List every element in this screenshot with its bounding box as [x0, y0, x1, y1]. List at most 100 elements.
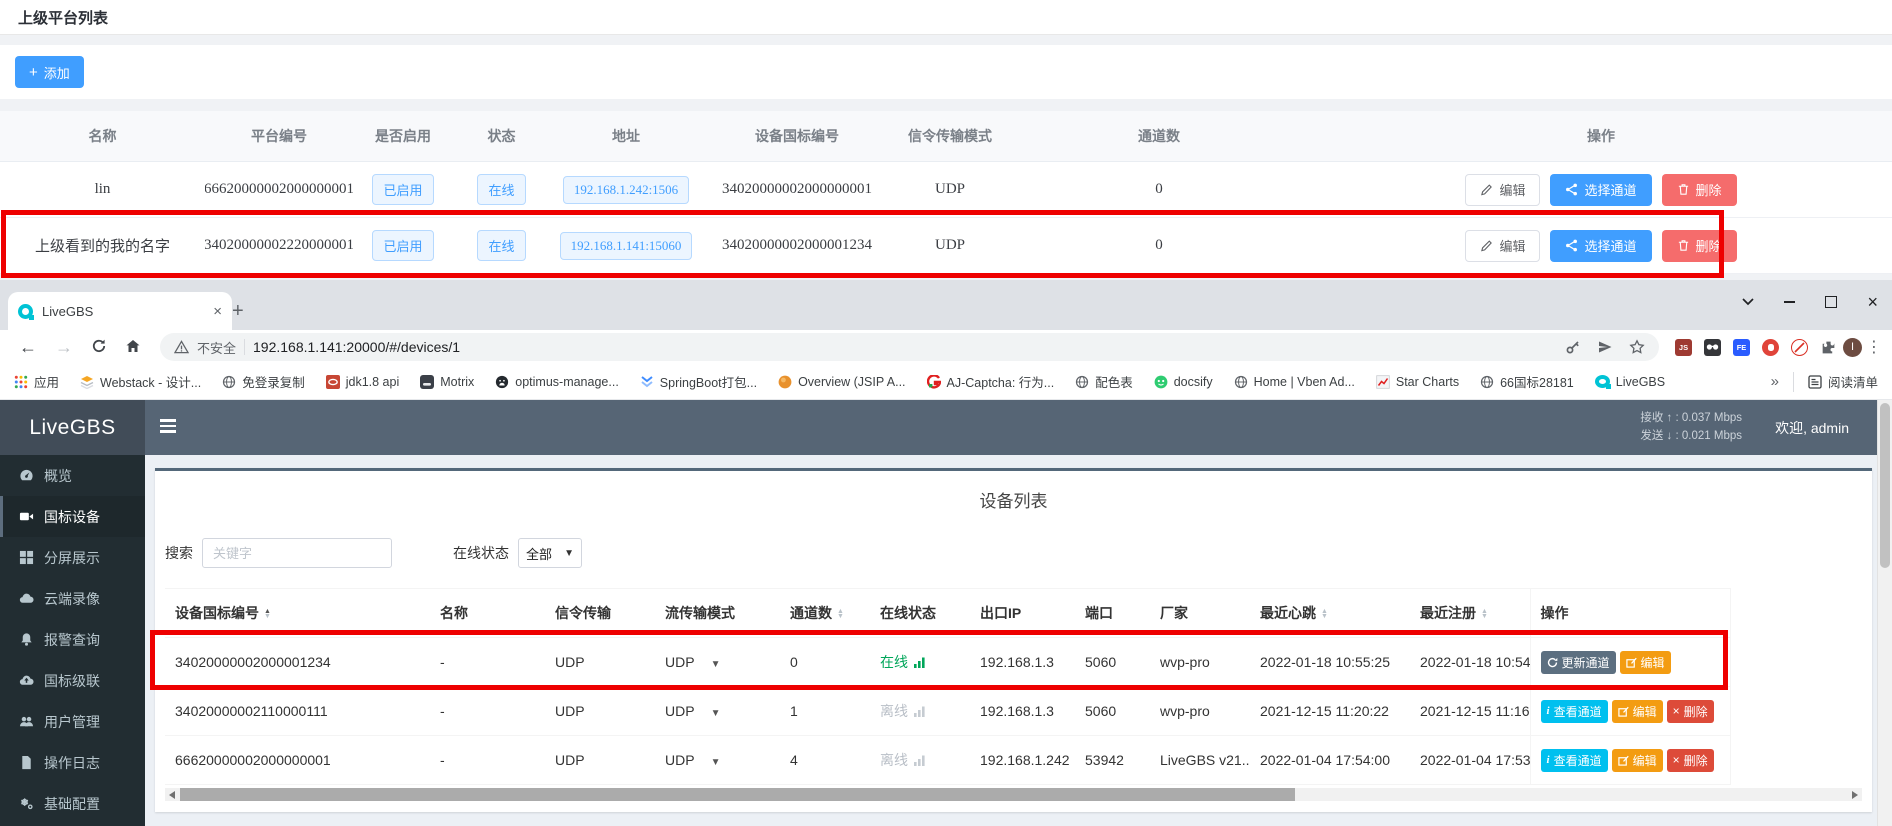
- home-icon[interactable]: [125, 338, 141, 357]
- update-channels-button[interactable]: 更新通道: [1541, 651, 1616, 674]
- vertical-scrollbar-thumb[interactable]: [1880, 403, 1890, 568]
- header-registered[interactable]: 最近注册▲▼: [1410, 589, 1530, 638]
- tab-search-icon[interactable]: [1742, 298, 1754, 306]
- delete-device-button[interactable]: × 删除: [1667, 749, 1714, 772]
- new-tab-button[interactable]: +: [232, 301, 244, 321]
- double-chevron-icon: [640, 375, 654, 389]
- browser-profile-avatar[interactable]: I: [1843, 338, 1862, 357]
- browser-menu-icon[interactable]: ⋮: [1866, 337, 1882, 357]
- select-channel-button[interactable]: 选择通道: [1550, 230, 1651, 262]
- password-key-icon[interactable]: [1565, 339, 1581, 355]
- bookmarks-overflow-icon[interactable]: »: [1771, 373, 1779, 390]
- view-channels-button[interactable]: i 查看通道: [1541, 749, 1608, 772]
- browser-tab-livegbs[interactable]: LiveGBS ×: [8, 292, 232, 330]
- bookmark-vben[interactable]: Home | Vben Ad...: [1234, 375, 1355, 389]
- edit-device-button[interactable]: 编辑: [1612, 700, 1663, 723]
- not-secure-warning-icon: [174, 340, 189, 354]
- status-badge: 在线: [477, 174, 525, 205]
- bookmarks-divider: [1793, 372, 1794, 392]
- bookmark-color-table[interactable]: 配色表: [1075, 372, 1133, 391]
- sidebar-item-overview[interactable]: 概览: [0, 455, 145, 496]
- device-filters: 搜索 在线状态 全部 ▼: [165, 538, 1872, 568]
- vertical-scrollbar[interactable]: [1877, 400, 1892, 826]
- js-extension-icon[interactable]: JS: [1675, 339, 1692, 356]
- header-operations: 操作: [1310, 126, 1892, 146]
- header-signaling: 信令传输: [545, 589, 655, 638]
- sidebar-item-cascade[interactable]: 国标级联: [0, 660, 145, 701]
- browser-tab-strip: LiveGBS × + ×: [0, 280, 1892, 330]
- incognito-extension-icon[interactable]: [1704, 339, 1721, 356]
- sidebar-item-alarm-query[interactable]: 报警查询: [0, 619, 145, 660]
- bookmark-apps[interactable]: 应用: [14, 372, 59, 391]
- scroll-right-arrow[interactable]: [1848, 788, 1862, 801]
- welcome-user[interactable]: 欢迎, admin: [1775, 418, 1849, 438]
- bookmark-gb28181[interactable]: 66国标28181: [1480, 372, 1574, 391]
- header-heartbeat[interactable]: 最近心跳▲▼: [1250, 589, 1410, 638]
- online-status-select[interactable]: 全部 ▼: [518, 538, 582, 568]
- edit-device-button[interactable]: 编辑: [1612, 749, 1663, 772]
- edit-platform-button[interactable]: 编辑: [1465, 174, 1540, 206]
- header-channels[interactable]: 通道数▲▼: [780, 589, 870, 638]
- cell-stream-mode[interactable]: UDP▼: [655, 638, 780, 687]
- chevron-down-icon: ▼: [711, 659, 721, 670]
- bookmark-springboot[interactable]: SpringBoot打包...: [640, 372, 757, 391]
- close-window-icon[interactable]: ×: [1867, 293, 1878, 311]
- sidebar-item-devices[interactable]: 国标设备: [0, 496, 145, 537]
- url-text[interactable]: 192.168.1.141:20000/#/devices/1: [253, 339, 1557, 355]
- back-icon[interactable]: ←: [19, 338, 37, 356]
- scroll-left-arrow[interactable]: [165, 788, 179, 801]
- cell-stream-mode[interactable]: UDP▼: [655, 687, 780, 736]
- tab-close-icon[interactable]: ×: [213, 304, 222, 319]
- fe-extension-icon[interactable]: FE: [1733, 339, 1750, 356]
- reload-icon[interactable]: [91, 338, 107, 357]
- platform-table-header: 名称 平台编号 是否启用 状态 地址 设备国标编号 信令传输模式 通道数 操作: [0, 111, 1892, 162]
- sidebar-item-cloud-record[interactable]: 云端录像: [0, 578, 145, 619]
- platform-list-section: 上级平台列表 + 添加 名称 平台编号 是否启用 状态 地址 设备国标编号 信令…: [0, 0, 1892, 280]
- select-channel-button[interactable]: 选择通道: [1550, 174, 1651, 206]
- sidebar-toggle-icon[interactable]: [160, 419, 176, 433]
- bookmark-overview-jsip[interactable]: Overview (JSIP A...: [778, 375, 905, 389]
- add-platform-button[interactable]: + 添加: [15, 56, 84, 88]
- bookmark-aj-captcha[interactable]: AJ-Captcha: 行为...: [927, 372, 1055, 391]
- send-to-device-icon[interactable]: [1597, 339, 1613, 355]
- horizontal-scrollbar-thumb[interactable]: [180, 788, 1295, 801]
- bookmark-copy-free[interactable]: 免登录复制: [222, 372, 305, 391]
- sidebar-item-split-screen[interactable]: 分屏展示: [0, 537, 145, 578]
- bookmark-docsify[interactable]: docsify: [1154, 375, 1213, 389]
- cell-device-gb-id: 34020000002000001234: [702, 237, 892, 254]
- address-bar[interactable]: 不安全 192.168.1.141:20000/#/devices/1: [160, 333, 1659, 361]
- sidebar-item-user-management[interactable]: 用户管理: [0, 701, 145, 742]
- delete-platform-button[interactable]: 删除: [1662, 174, 1737, 206]
- platform-page-title: 上级平台列表: [0, 0, 1892, 35]
- cell-stream-mode[interactable]: UDP▼: [655, 736, 780, 785]
- maximize-icon[interactable]: [1825, 296, 1837, 308]
- view-channels-button[interactable]: i 查看通道: [1541, 700, 1608, 723]
- bookmark-star-charts[interactable]: Star Charts: [1376, 375, 1459, 389]
- blocker-extension-icon[interactable]: [1791, 339, 1808, 356]
- edit-platform-button[interactable]: 编辑: [1465, 230, 1540, 262]
- bookmark-livegbs[interactable]: LiveGBS: [1595, 375, 1665, 389]
- reading-list-button[interactable]: 阅读清单: [1808, 372, 1878, 391]
- device-table: 设备国标编号▲▼ 名称 信令传输 流传输模式 通道数▲▼ 在线状态 出口IP 端…: [165, 588, 1731, 785]
- edit-device-button[interactable]: 编辑: [1620, 651, 1671, 674]
- delete-device-button[interactable]: × 删除: [1667, 700, 1714, 723]
- extensions-puzzle-icon[interactable]: [1820, 339, 1837, 356]
- delete-platform-button[interactable]: 删除: [1662, 230, 1737, 262]
- bookmark-webstack[interactable]: Webstack - 设计...: [80, 372, 201, 391]
- bookmark-motrix[interactable]: Motrix: [420, 375, 474, 389]
- forward-icon[interactable]: →: [55, 338, 73, 356]
- minimize-icon[interactable]: [1784, 301, 1795, 303]
- app-logo[interactable]: LiveGBS: [0, 400, 145, 455]
- bookmark-star-icon[interactable]: [1629, 339, 1645, 355]
- sidebar-item-basic-config[interactable]: 基础配置: [0, 783, 145, 824]
- search-input[interactable]: [202, 538, 392, 568]
- horizontal-scrollbar[interactable]: [165, 788, 1862, 801]
- security-label[interactable]: 不安全: [197, 338, 236, 357]
- sidebar-item-operation-log[interactable]: 操作日志: [0, 742, 145, 783]
- stop-hand-extension-icon[interactable]: [1762, 339, 1779, 356]
- header-device-id[interactable]: 设备国标编号▲▼: [165, 589, 430, 638]
- bookmark-optimus[interactable]: optimus-manage...: [495, 375, 619, 389]
- bookmark-jdk-api[interactable]: jdk1.8 api: [326, 375, 400, 389]
- online-status-label: 在线状态: [453, 543, 509, 563]
- github-icon: [495, 375, 509, 389]
